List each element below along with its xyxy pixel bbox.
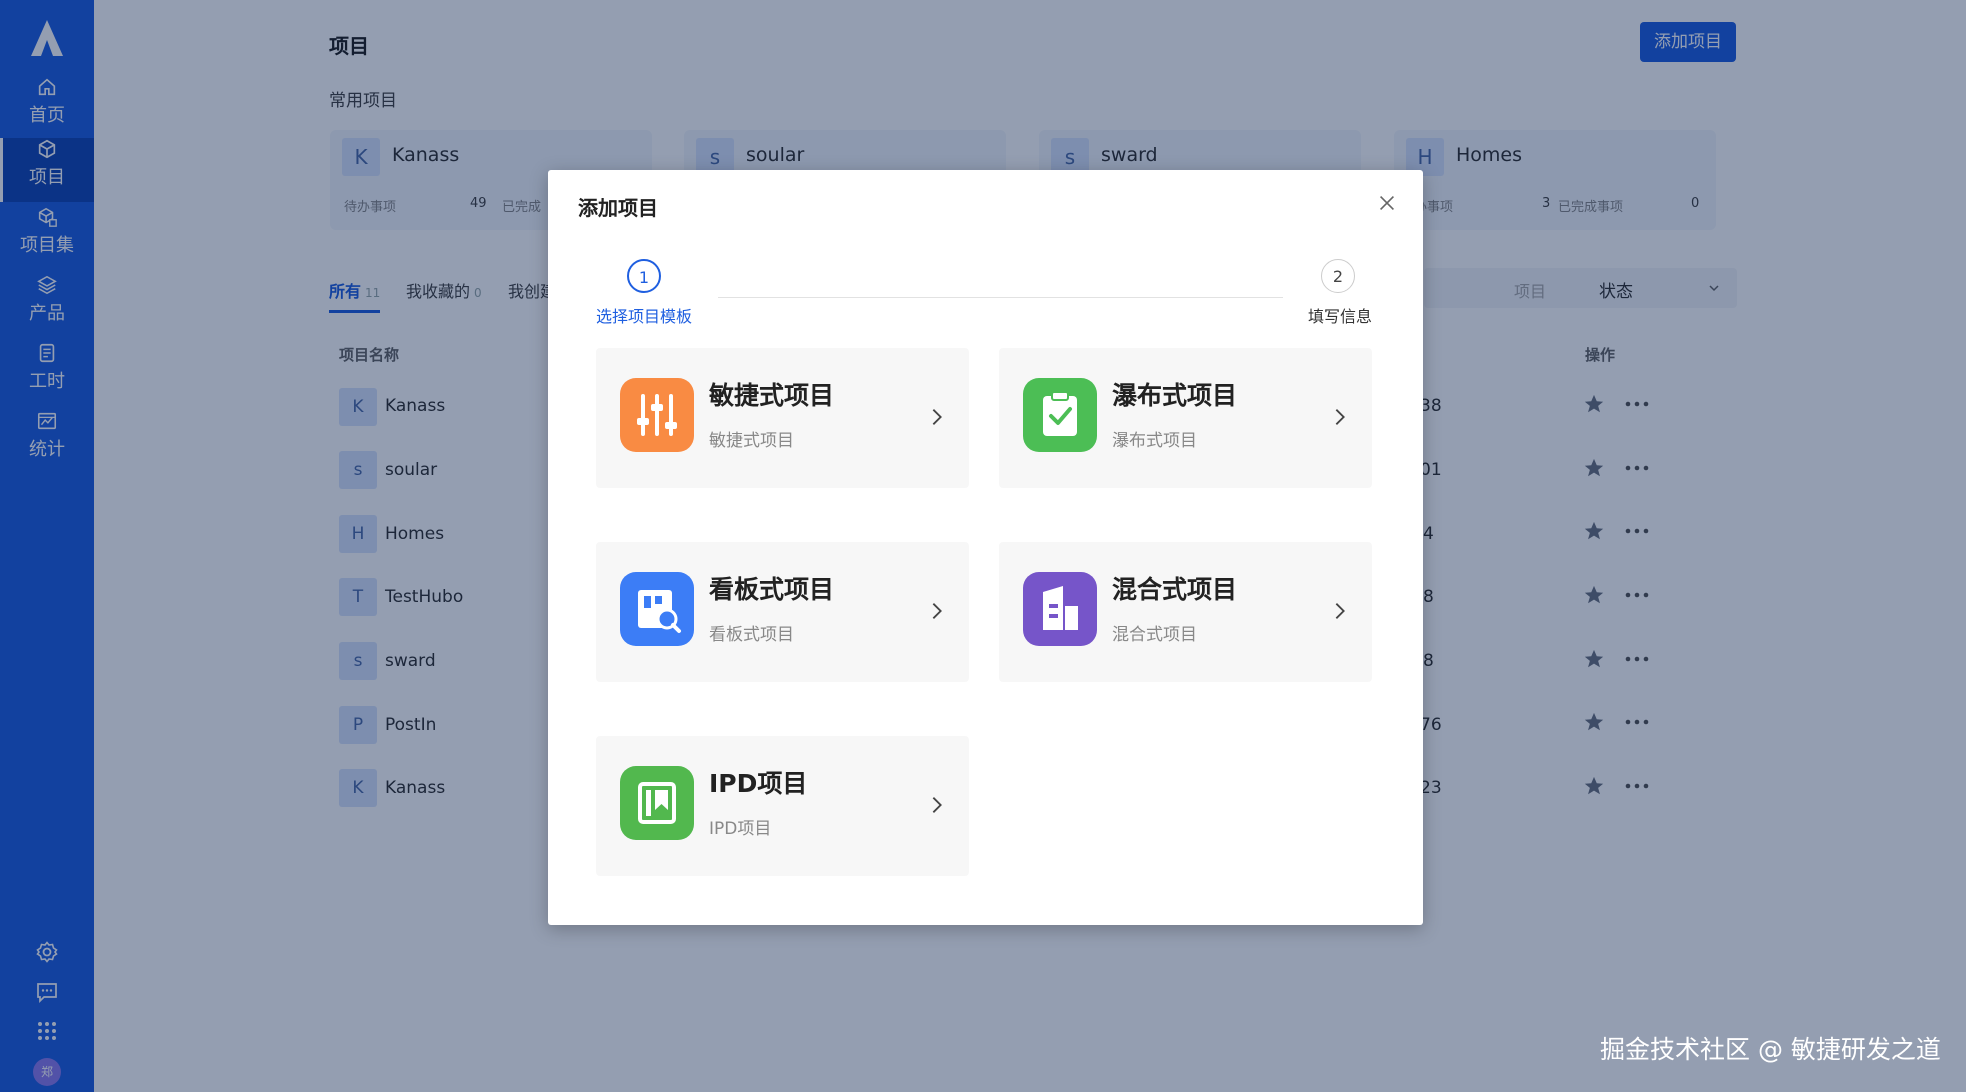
template-desc: IPD项目	[709, 819, 772, 839]
template-desc: 敏捷式项目	[709, 431, 794, 451]
step-2-label[interactable]: 填写信息	[1308, 303, 1372, 327]
template-waterfall-card[interactable]: 瀑布式项目 瀑布式项目	[999, 348, 1372, 488]
template-name: 瀑布式项目	[1112, 381, 1238, 410]
chevron-right-icon	[1335, 603, 1345, 619]
template-name: IPD项目	[709, 769, 808, 798]
template-name: 看板式项目	[709, 575, 835, 604]
template-name: 混合式项目	[1112, 575, 1238, 604]
close-icon[interactable]	[1376, 192, 1398, 214]
step-1-label[interactable]: 选择项目模板	[596, 303, 692, 327]
template-ipd-card[interactable]: IPD项目 IPD项目	[596, 736, 969, 876]
chevron-right-icon	[1335, 409, 1345, 425]
template-kanban-card[interactable]: 看板式项目 看板式项目	[596, 542, 969, 682]
step-1-indicator[interactable]: 1	[627, 259, 661, 293]
template-desc: 混合式项目	[1112, 625, 1197, 645]
template-hybrid-card[interactable]: 混合式项目 混合式项目	[999, 542, 1372, 682]
clipboard-check-icon	[1023, 378, 1097, 452]
template-agile-card[interactable]: 敏捷式项目 敏捷式项目	[596, 348, 969, 488]
sliders-icon	[620, 378, 694, 452]
watermark-text: 掘金技术社区 @ 敏捷研发之道	[1600, 1035, 1941, 1064]
add-project-modal: 添加项目 1 选择项目模板 2 填写信息 敏捷式项目 敏捷式项目 瀑布式项目 瀑…	[548, 170, 1423, 925]
building-icon	[1023, 572, 1097, 646]
chevron-right-icon	[932, 797, 942, 813]
step-connector	[718, 297, 1283, 298]
template-name: 敏捷式项目	[709, 381, 835, 410]
step-2-indicator[interactable]: 2	[1321, 259, 1355, 293]
modal-title: 添加项目	[578, 196, 658, 220]
kanban-search-icon	[620, 572, 694, 646]
chevron-right-icon	[932, 603, 942, 619]
template-desc: 看板式项目	[709, 625, 794, 645]
chevron-right-icon	[932, 409, 942, 425]
template-desc: 瀑布式项目	[1112, 431, 1197, 451]
book-icon	[620, 766, 694, 840]
